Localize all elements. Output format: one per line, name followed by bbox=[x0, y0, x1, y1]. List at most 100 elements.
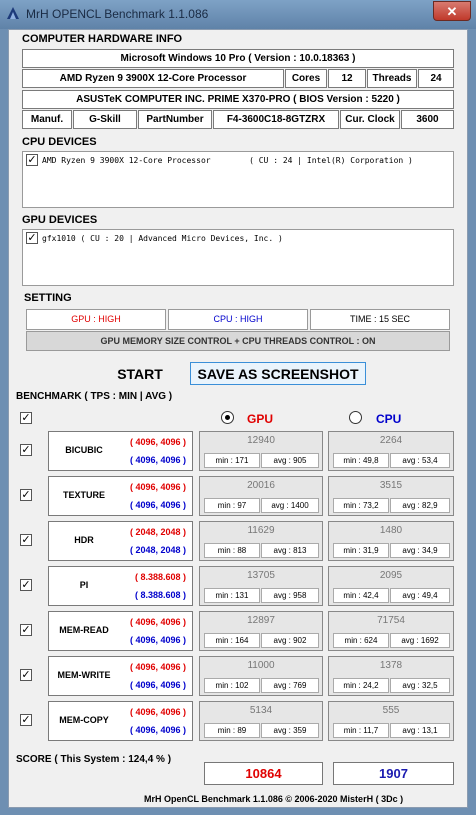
close-button[interactable]: ✕ bbox=[433, 1, 471, 21]
score-label: SCORE ( This System : 124,4 % ) bbox=[16, 754, 172, 765]
gpu-avg: avg : 902 bbox=[261, 633, 319, 648]
cpu-avg: avg : 13,1 bbox=[390, 723, 450, 738]
cpu-min: min : 42,4 bbox=[333, 588, 389, 603]
cpu-resolution: ( 8.388.608 ) bbox=[134, 590, 186, 600]
benchmark-title: BENCHMARK ( TPS : MIN | AVG ) bbox=[16, 391, 173, 402]
cpu-resolution: ( 4096, 4096 ) bbox=[129, 455, 186, 465]
cpu-name: AMD Ryzen 9 3900X 12-Core Processor bbox=[22, 69, 284, 88]
gpu-avg: avg : 905 bbox=[261, 453, 319, 468]
cpu-devices-title: CPU DEVICES bbox=[22, 136, 97, 148]
gpu-min: min : 164 bbox=[204, 633, 260, 648]
clock-value: 3600 bbox=[401, 110, 454, 129]
gpu-result-box: 20016 min : 97 avg : 1400 bbox=[199, 476, 323, 516]
cpu-result-box: 1378 min : 24,2 avg : 32,5 bbox=[328, 656, 454, 696]
gpu-result-box: 13705 min : 131 avg : 958 bbox=[199, 566, 323, 606]
benchmark-name: TEXTURE bbox=[62, 490, 105, 500]
cpu-avg: avg : 53,4 bbox=[390, 453, 450, 468]
gpu-tps: 12897 bbox=[247, 615, 275, 626]
cpu-resolution: ( 4096, 4096 ) bbox=[129, 725, 186, 735]
cpu-min: min : 73,2 bbox=[333, 498, 389, 513]
cpu-min: min : 24,2 bbox=[333, 678, 389, 693]
time-setting[interactable]: TIME : 15 SEC bbox=[310, 309, 450, 330]
gpu-devices-title: GPU DEVICES bbox=[22, 214, 98, 226]
cpu-result-box: 555 min : 11,7 avg : 13,1 bbox=[328, 701, 454, 741]
gpu-setting[interactable]: GPU : HIGH bbox=[26, 309, 166, 330]
row-checkbox[interactable]: ✓ bbox=[20, 669, 32, 681]
setting-title: SETTING bbox=[24, 292, 72, 304]
cpu-avg: avg : 32,5 bbox=[390, 678, 450, 693]
partnumber-label: PartNumber bbox=[138, 110, 212, 129]
gpu-min: min : 97 bbox=[204, 498, 260, 513]
gpu-avg: avg : 813 bbox=[261, 543, 319, 558]
gpu-min: min : 131 bbox=[204, 588, 260, 603]
row-checkbox[interactable]: ✓ bbox=[20, 489, 32, 501]
cpu-result-box: 71754 min : 624 avg : 1692 bbox=[328, 611, 454, 651]
select-all-checkbox[interactable]: ✓ bbox=[20, 412, 32, 424]
gpu-min: min : 171 bbox=[204, 453, 260, 468]
gpu-result-box: 11000 min : 102 avg : 769 bbox=[199, 656, 323, 696]
cpu-device-item: AMD Ryzen 9 3900X 12-Core Processor ( CU… bbox=[42, 156, 413, 165]
hardware-section-title: COMPUTER HARDWARE INFO bbox=[22, 33, 183, 45]
save-screenshot-button[interactable]: SAVE AS SCREENSHOT bbox=[190, 362, 366, 385]
row-checkbox[interactable]: ✓ bbox=[20, 444, 32, 456]
gpu-resolution: ( 4096, 4096 ) bbox=[129, 707, 186, 717]
app-icon bbox=[7, 7, 19, 19]
memory-control-setting[interactable]: GPU MEMORY SIZE CONTROL + CPU THREADS CO… bbox=[26, 331, 450, 351]
cpu-tps: 555 bbox=[382, 705, 400, 716]
benchmark-name: MEM-COPY bbox=[59, 715, 109, 725]
cpu-resolution: ( 2048, 2048 ) bbox=[129, 545, 186, 555]
gpu-avg: avg : 958 bbox=[261, 588, 319, 603]
row-checkbox[interactable]: ✓ bbox=[20, 714, 32, 726]
row-checkbox[interactable]: ✓ bbox=[20, 534, 32, 546]
cpu-result-box: 2264 min : 49,8 avg : 53,4 bbox=[328, 431, 454, 471]
gpu-resolution: ( 8.388.608 ) bbox=[134, 572, 186, 582]
row-checkbox[interactable]: ✓ bbox=[20, 624, 32, 636]
cpu-tps: 71754 bbox=[377, 615, 405, 626]
cpu-avg: avg : 82,9 bbox=[390, 498, 450, 513]
cpu-tps: 1378 bbox=[379, 660, 403, 671]
gpu-score: 10864 bbox=[204, 762, 323, 785]
gpu-tps: 5134 bbox=[249, 705, 273, 716]
cpu-device-checkbox[interactable]: ✓ bbox=[26, 154, 38, 166]
gpu-tps: 20016 bbox=[247, 480, 275, 491]
cpu-min: min : 49,8 bbox=[333, 453, 389, 468]
gpu-avg: avg : 1400 bbox=[261, 498, 319, 513]
os-info: Microsoft Windows 10 Pro ( Version : 10.… bbox=[22, 49, 454, 68]
cpu-resolution: ( 4096, 4096 ) bbox=[129, 680, 186, 690]
cpu-avg: avg : 1692 bbox=[390, 633, 450, 648]
benchmark-name: HDR bbox=[74, 535, 94, 545]
cpu-resolution: ( 4096, 4096 ) bbox=[129, 635, 186, 645]
gpu-radio[interactable] bbox=[221, 411, 234, 424]
gpu-tps: 13705 bbox=[247, 570, 275, 581]
cpu-min: min : 11,7 bbox=[333, 723, 389, 738]
gpu-resolution: ( 4096, 4096 ) bbox=[129, 437, 186, 447]
cpu-setting[interactable]: CPU : HIGH bbox=[168, 309, 308, 330]
cpu-min: min : 31,9 bbox=[333, 543, 389, 558]
gpu-avg: avg : 359 bbox=[261, 723, 319, 738]
cpu-tps: 1480 bbox=[379, 525, 403, 536]
gpu-column-label: GPU bbox=[247, 412, 274, 426]
manuf-label: Manuf. bbox=[22, 110, 72, 129]
cpu-tps: 2095 bbox=[379, 570, 403, 581]
row-checkbox[interactable]: ✓ bbox=[20, 579, 32, 591]
cpu-result-box: 3515 min : 73,2 avg : 82,9 bbox=[328, 476, 454, 516]
footer-copyright: MrH OpenCL Benchmark 1.1.086 © 2006-2020… bbox=[144, 794, 404, 804]
gpu-result-box: 12940 min : 171 avg : 905 bbox=[199, 431, 323, 471]
cpu-radio[interactable] bbox=[349, 411, 362, 424]
clock-label: Cur. Clock bbox=[340, 110, 400, 129]
window-title: MrH OPENCL Benchmark 1.1.086 bbox=[26, 7, 209, 21]
benchmark-name: MEM-READ bbox=[59, 625, 109, 635]
gpu-resolution: ( 4096, 4096 ) bbox=[129, 662, 186, 672]
benchmark-name: PI bbox=[79, 580, 89, 590]
gpu-tps: 11000 bbox=[247, 660, 275, 671]
gpu-resolution: ( 4096, 4096 ) bbox=[129, 617, 186, 627]
gpu-result-box: 12897 min : 164 avg : 902 bbox=[199, 611, 323, 651]
gpu-tps: 12940 bbox=[247, 435, 275, 446]
cpu-tps: 3515 bbox=[379, 480, 403, 491]
cpu-result-box: 2095 min : 42,4 avg : 49,4 bbox=[328, 566, 454, 606]
gpu-resolution: ( 2048, 2048 ) bbox=[129, 527, 186, 537]
gpu-device-checkbox[interactable]: ✓ bbox=[26, 232, 38, 244]
start-button[interactable]: START bbox=[100, 363, 180, 385]
gpu-min: min : 89 bbox=[204, 723, 260, 738]
threads-value: 24 bbox=[418, 69, 454, 88]
